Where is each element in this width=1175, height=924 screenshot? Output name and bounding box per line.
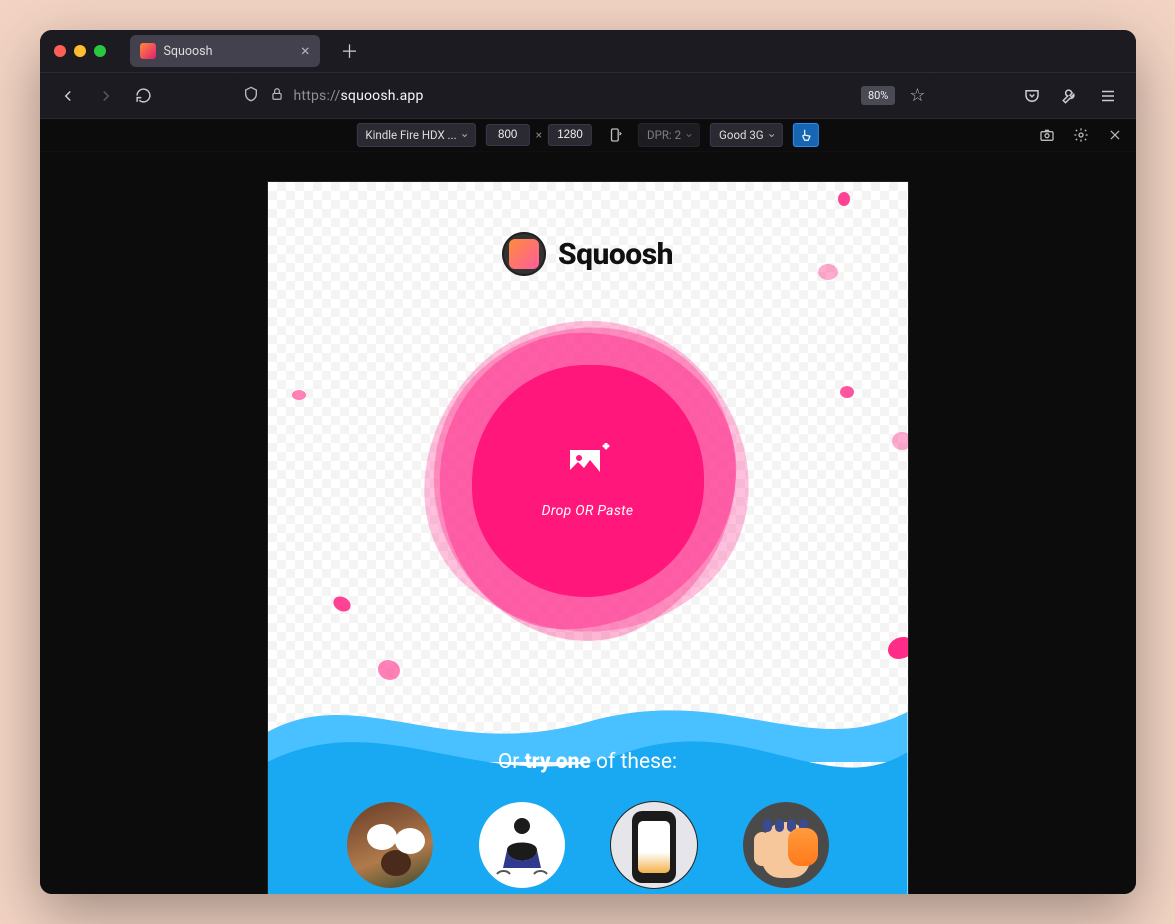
toolbar-right [1016,80,1124,112]
viewport-height-input[interactable] [548,124,592,146]
pocket-icon[interactable] [1016,80,1048,112]
drop-target[interactable]: Drop OR Paste [268,316,908,646]
tracking-shield-icon[interactable] [242,86,260,106]
browser-tab[interactable]: Squoosh × [130,35,320,67]
devtools-wrench-icon[interactable] [1054,80,1086,112]
sample-device-screenshot[interactable] [611,802,697,888]
window-close-button[interactable] [54,45,66,57]
sample-artwork[interactable] [479,802,565,888]
close-device-mode-icon[interactable] [1102,123,1128,147]
app-menu-icon[interactable] [1092,80,1124,112]
back-button[interactable] [52,80,84,112]
titlebar: Squoosh × ＋ [40,30,1136,72]
device-select[interactable]: Kindle Fire HDX ... [356,123,475,147]
viewport-width-input[interactable] [486,124,530,146]
touch-simulation-icon[interactable] [793,123,819,147]
squoosh-logo-icon [502,232,546,276]
zoom-badge[interactable]: 80% [861,86,895,105]
tab-favicon [140,43,156,59]
sample-large-photo[interactable] [347,802,433,888]
bookmark-star-icon[interactable]: ☆ [909,85,925,106]
viewport-dimensions: × [486,124,592,146]
decoration-blob [378,660,400,680]
try-one-heading: Or try one of these: [498,750,677,774]
samples-section: Or try one of these: [268,732,908,894]
browser-window: Squoosh × ＋ https://squoosh.app 80% ☆ [40,30,1136,894]
new-tab-button[interactable]: ＋ [336,37,364,65]
tab-title: Squoosh [164,44,213,59]
device-toolbar: Kindle Fire HDX ... × DPR: 2 Good 3G [40,118,1136,152]
device-frame: Squoosh Drop OR Paste [268,182,908,894]
viewport-area: Squoosh Drop OR Paste [40,152,1136,894]
forward-button[interactable] [90,80,122,112]
window-controls [54,45,106,57]
dpr-select[interactable]: DPR: 2 [638,123,700,147]
throttle-select[interactable]: Good 3G [710,123,783,147]
reload-button[interactable] [128,80,160,112]
add-image-icon [564,443,612,489]
dimension-separator: × [536,128,542,142]
sample-svg-icon[interactable] [743,802,829,888]
app-title: Squoosh [558,237,673,272]
window-minimize-button[interactable] [74,45,86,57]
window-zoom-button[interactable] [94,45,106,57]
url-text: https://squoosh.app [294,88,424,104]
drop-label: Drop OR Paste [542,503,634,519]
lock-icon[interactable] [268,86,286,105]
nav-toolbar: https://squoosh.app 80% ☆ [40,72,1136,118]
url-bar[interactable]: https://squoosh.app 80% ☆ [234,79,934,113]
tab-close-icon[interactable]: × [301,43,310,59]
app-header: Squoosh [268,182,908,276]
rotate-viewport-icon[interactable] [602,123,628,147]
screenshot-icon[interactable] [1034,123,1060,147]
device-settings-icon[interactable] [1068,123,1094,147]
